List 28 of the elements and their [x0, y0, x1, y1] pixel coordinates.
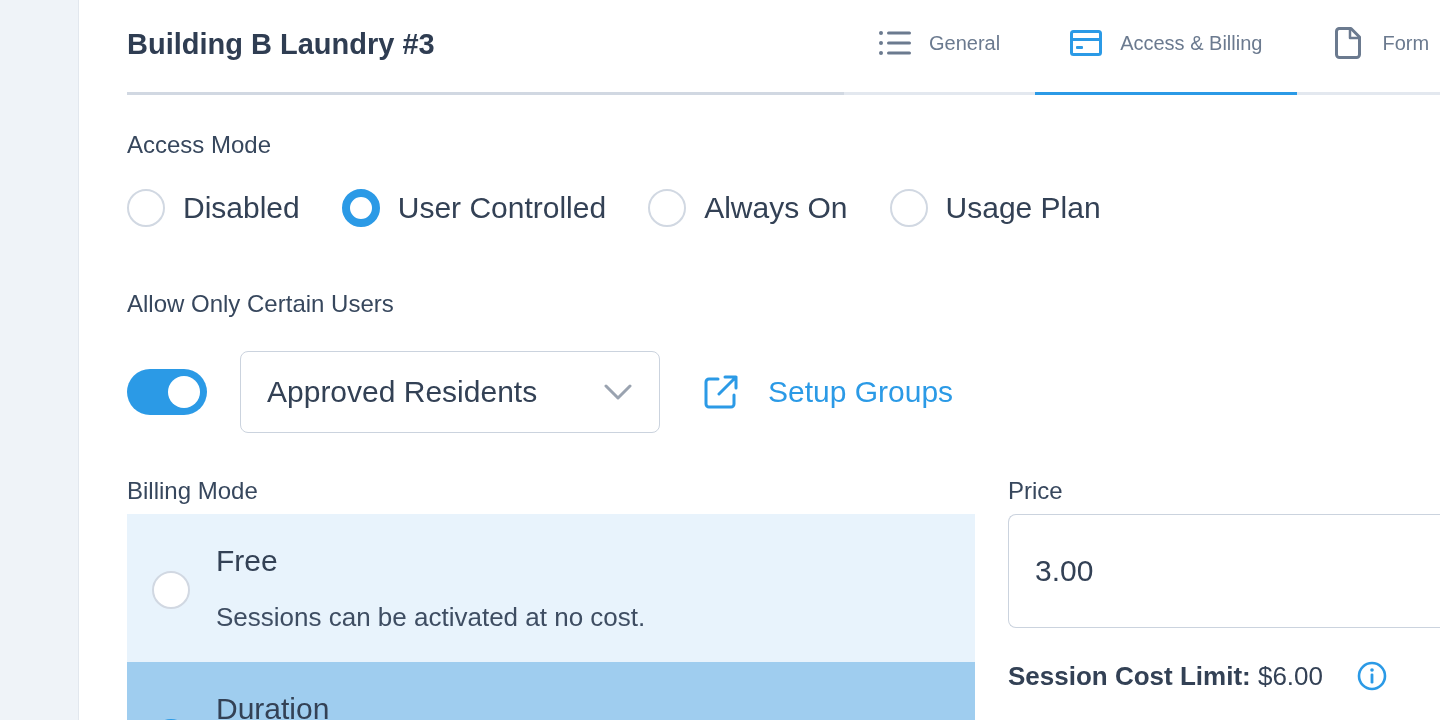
section-label: Access Mode — [127, 131, 272, 159]
card-icon — [1070, 30, 1103, 56]
list-icon — [879, 31, 911, 55]
section-label: Billing Mode — [127, 477, 258, 505]
radio-option[interactable]: Usage Plan — [889, 189, 1101, 227]
info-icon[interactable] — [1357, 661, 1387, 691]
toggle-switch[interactable] — [127, 369, 207, 415]
radio-option[interactable]: Always On — [648, 189, 848, 227]
price-field[interactable]: 3.00 — [1008, 514, 1440, 628]
group-select[interactable]: Approved Residents — [240, 351, 660, 433]
radio-option[interactable]: Disabled — [127, 189, 300, 227]
option-title: Duration — [216, 695, 330, 720]
option-title: Free — [216, 547, 278, 575]
tab[interactable]: Access & Billing — [1035, 0, 1298, 95]
section-label: Price — [1008, 477, 1063, 505]
document-icon — [1335, 27, 1362, 59]
billing-option[interactable]: Free Sessions can be activated at no cost. — [127, 514, 975, 662]
tab[interactable]: General — [844, 0, 1036, 95]
chevron-down-icon — [604, 384, 632, 400]
external-link-icon — [704, 375, 738, 409]
page-title: Building B Laundry #3 — [127, 27, 435, 61]
billing-option[interactable]: Duration — [127, 662, 975, 720]
tab[interactable]: Form — [1297, 0, 1440, 95]
option-description: Sessions can be activated at no cost. — [216, 602, 646, 632]
radio-option[interactable]: User Controlled — [341, 189, 607, 227]
section-label: Allow Only Certain Users — [127, 290, 394, 318]
radio-icon — [152, 570, 190, 609]
session-cost-limit: Session Cost Limit: $6.00 — [1008, 661, 1323, 691]
